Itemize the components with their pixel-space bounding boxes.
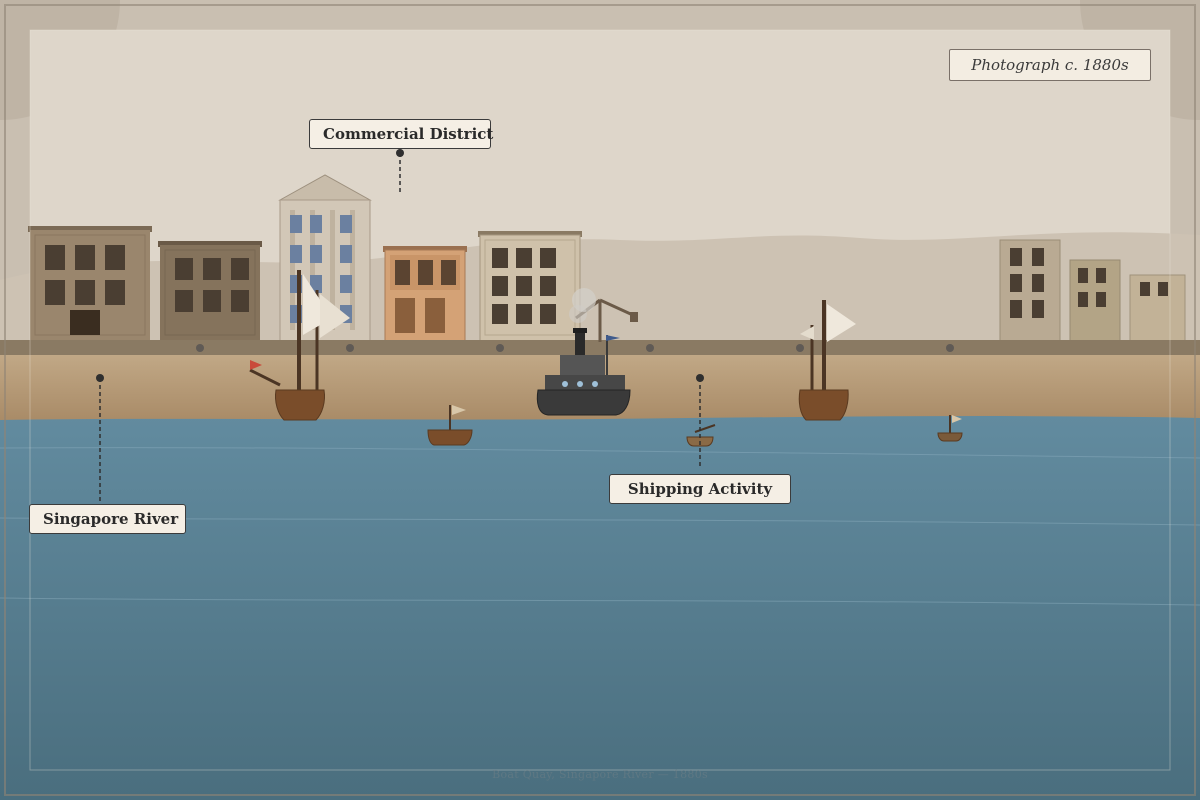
- label-singapore-river: Singapore River: [29, 504, 186, 534]
- label-commercial-district: Commercial District: [309, 119, 493, 149]
- shophouse-orange: [383, 246, 467, 343]
- quay-wall: [0, 340, 1200, 355]
- label-shipping-activity: Shipping Activity: [609, 474, 791, 504]
- scene-illustration: [0, 0, 1200, 800]
- photo-caption: Photograph c. 1880s: [949, 49, 1151, 81]
- godown-building: [478, 231, 582, 343]
- photo-credit: Boat Quay, Singapore River — 1880s: [492, 768, 708, 781]
- shophouse-dark: [158, 241, 262, 342]
- shophouse-brown: [28, 226, 152, 342]
- river-water: [0, 416, 1200, 800]
- harbour-scene: Photograph c. 1880s Commercial District …: [0, 0, 1200, 800]
